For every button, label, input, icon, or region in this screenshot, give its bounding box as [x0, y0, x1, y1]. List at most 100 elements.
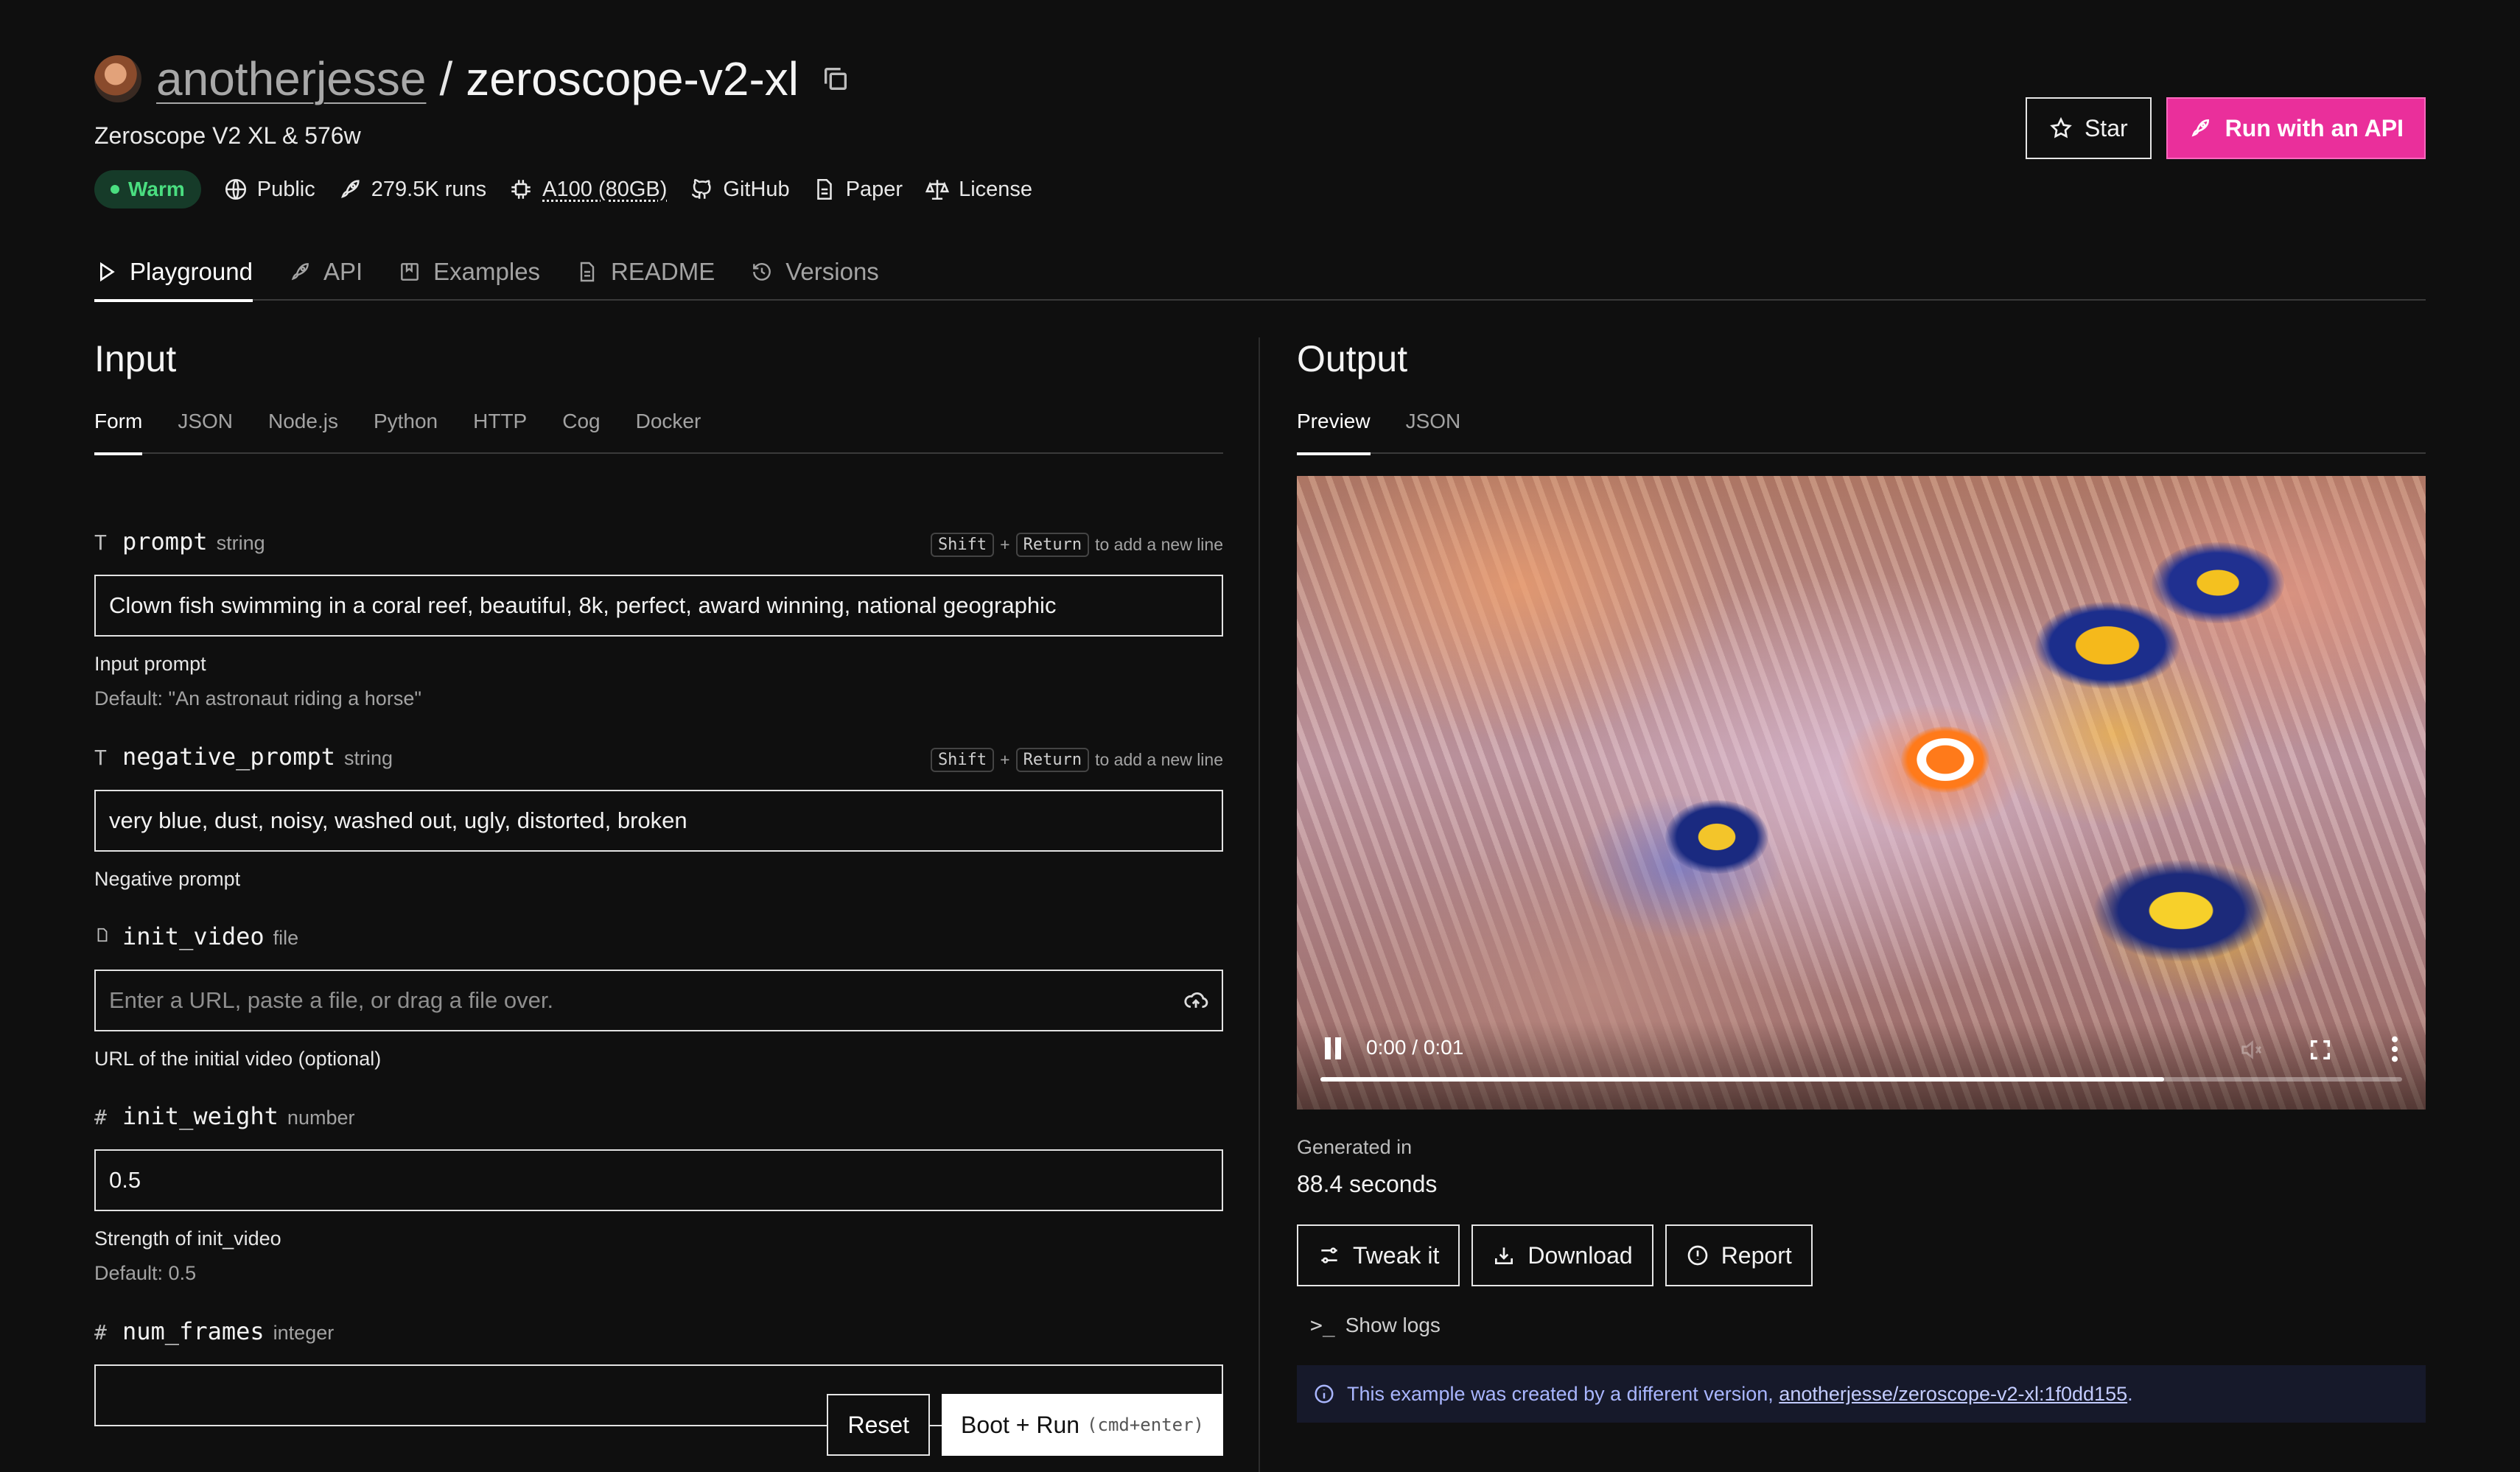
pause-icon[interactable] [1323, 1037, 1344, 1059]
text-type-icon: T [94, 530, 107, 555]
init-video-field-header: init_video file [94, 922, 1223, 952]
prompt-default: Default: "An astronaut riding a horse" [94, 687, 421, 709]
clownfish-image [2152, 542, 2284, 623]
negative-prompt-type: string [343, 747, 393, 769]
tab-http[interactable]: HTTP [473, 410, 527, 454]
tab-json[interactable]: JSON [178, 410, 233, 454]
tab-output-json[interactable]: JSON [1406, 410, 1461, 454]
tweak-label: Tweak it [1353, 1241, 1440, 1269]
number-type-icon: # [94, 1320, 107, 1345]
output-panel: Output Preview JSON 0:00 / 0:01 Generate… [1297, 337, 2426, 1472]
github-icon [692, 178, 712, 199]
init-video-input[interactable]: Enter a URL, paste a file, or drag a fil… [94, 970, 1223, 1031]
init-video-field: init_video file Enter a URL, paste a fil… [94, 922, 1223, 1070]
tweak-button[interactable]: Tweak it [1297, 1224, 1460, 1286]
output-video[interactable]: 0:00 / 0:01 [1297, 476, 2426, 1110]
video-time: 0:00 / 0:01 [1366, 1036, 1464, 1059]
prompt-field: T prompt string Shift + Return to add a … [94, 528, 1223, 710]
tab-cog[interactable]: Cog [562, 410, 600, 454]
run-count-label: 279.5K runs [371, 177, 487, 201]
boot-run-label: Boot + Run [961, 1411, 1080, 1438]
return-key: Return [1015, 748, 1090, 772]
init-weight-description: Strength of init_video [94, 1227, 281, 1250]
negative-prompt-field-header: T negative_prompt string Shift + Return … [94, 743, 1223, 772]
github-label[interactable]: GitHub [723, 178, 789, 202]
generated-time: 88.4 seconds [1297, 1171, 1438, 1197]
init-video-type: file [273, 927, 299, 949]
video-progress-bar[interactable] [1320, 1077, 2402, 1082]
output-title: Output [1297, 338, 1408, 379]
tab-docker[interactable]: Docker [636, 410, 701, 454]
rocket-icon [291, 263, 309, 281]
download-icon [1495, 1247, 1513, 1264]
star-label: Star [2084, 114, 2128, 141]
sliders-icon [1321, 1247, 1337, 1264]
cloud-upload-icon[interactable] [1183, 988, 1208, 1013]
license-label[interactable]: License [959, 178, 1032, 202]
show-logs-toggle[interactable]: >_ Show logs [1310, 1313, 2426, 1337]
tab-readme[interactable]: README [575, 243, 715, 301]
more-vertical-icon[interactable] [2390, 1034, 2399, 1064]
hardware[interactable]: A100 (80GB) [508, 177, 667, 202]
tab-examples[interactable]: Examples [398, 243, 540, 301]
number-type-icon: # [94, 1105, 107, 1129]
tab-examples-label: Examples [433, 258, 541, 285]
tab-form[interactable]: Form [94, 410, 143, 455]
tab-nodejs[interactable]: Node.js [268, 410, 338, 454]
version-link[interactable]: anotherjesse/zeroscope-v2-xl:1f0dd155 [1779, 1383, 2127, 1405]
avatar[interactable] [94, 55, 141, 102]
tab-versions-label: Versions [785, 258, 879, 285]
run-shortcut: (cmd+enter) [1087, 1415, 1204, 1435]
negative-prompt-label: negative_prompt [122, 743, 335, 771]
run-with-api-button[interactable]: Run with an API [2166, 97, 2426, 159]
paper-link[interactable]: Paper [812, 177, 903, 202]
fullscreen-icon[interactable] [2308, 1037, 2333, 1062]
bookmark-icon [401, 263, 419, 281]
reset-button[interactable]: Reset [827, 1394, 931, 1456]
clownfish-image [2093, 859, 2269, 962]
download-button[interactable]: Download [1471, 1224, 1653, 1286]
clownfish-image [1665, 800, 1768, 874]
output-actions: Tweak it Download Report [1297, 1224, 2426, 1286]
init-weight-value: 0.5 [109, 1167, 141, 1193]
hardware-label[interactable]: A100 (80GB) [542, 178, 667, 202]
prompt-type: string [216, 532, 265, 554]
status-dot-icon [111, 185, 119, 194]
negative-prompt-description: Negative prompt [94, 868, 241, 890]
prompt-input[interactable]: Clown fish swimming in a coral reef, bea… [94, 575, 1223, 637]
video-progress-fill [1320, 1077, 2165, 1082]
tab-preview[interactable]: Preview [1297, 410, 1371, 455]
init-video-label: init_video [122, 922, 265, 950]
init-video-description: URL of the initial video (optional) [94, 1048, 382, 1070]
negative-prompt-input[interactable]: very blue, dust, noisy, washed out, ugly… [94, 790, 1223, 852]
report-button[interactable]: Report [1665, 1224, 1813, 1286]
hint-plus: + [1000, 750, 1010, 769]
video-controls: 0:00 / 0:01 [1297, 1021, 2426, 1110]
star-button[interactable]: Star [2025, 97, 2152, 159]
github-link[interactable]: GitHub [689, 177, 790, 202]
tab-api[interactable]: API [288, 243, 363, 301]
license-link[interactable]: License [925, 177, 1032, 202]
mute-icon[interactable] [2239, 1037, 2264, 1062]
copy-icon[interactable] [821, 64, 850, 94]
tab-playground-label: Playground [130, 258, 253, 285]
file-icon [94, 925, 113, 950]
owner-link[interactable]: anotherjesse [156, 52, 426, 106]
hint-text: to add a new line [1095, 750, 1223, 769]
model-meta: Warm Public 279.5K runs A100 (80GB) GitH… [94, 170, 2426, 208]
negative-prompt-value: very blue, dust, noisy, washed out, ugly… [109, 807, 687, 833]
tab-versions[interactable]: Versions [750, 243, 879, 301]
terminal-icon: >_ [1310, 1313, 1335, 1337]
hint-plus: + [1000, 535, 1010, 554]
init-video-placeholder: Enter a URL, paste a file, or drag a fil… [109, 987, 554, 1013]
paper-label[interactable]: Paper [846, 178, 903, 202]
init-weight-input[interactable]: 0.5 [94, 1149, 1223, 1211]
shift-key: Shift [930, 533, 995, 557]
boot-run-button[interactable]: Boot + Run (cmd+enter) [942, 1394, 1223, 1456]
text-type-icon: T [94, 746, 107, 770]
tab-python[interactable]: Python [374, 410, 438, 454]
prompt-description: Input prompt [94, 653, 206, 675]
download-label: Download [1527, 1241, 1633, 1269]
history-icon [753, 263, 771, 281]
tab-playground[interactable]: Playground [94, 243, 253, 302]
